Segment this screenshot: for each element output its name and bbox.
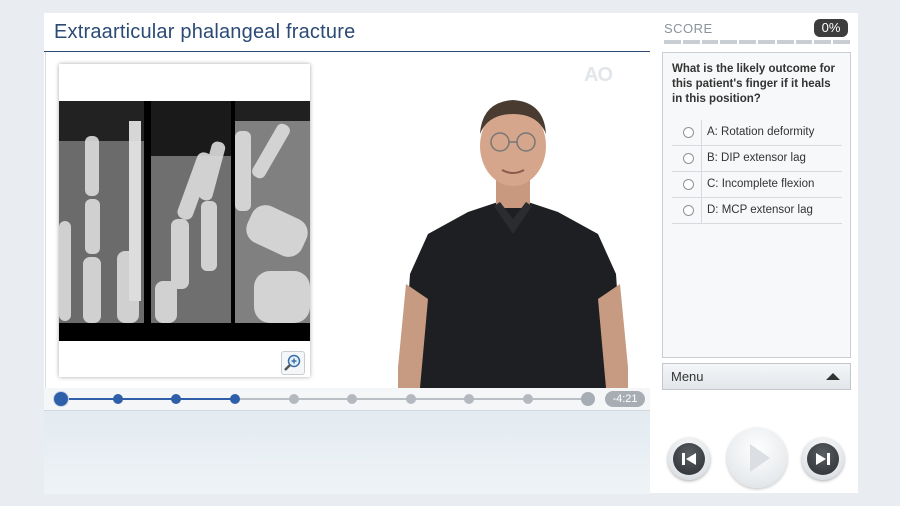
divider	[701, 120, 702, 145]
divider	[701, 172, 702, 197]
answer-option-d[interactable]: D: MCP extensor lag	[672, 198, 842, 224]
presenter-figure	[398, 100, 628, 388]
answer-option-b[interactable]: B: DIP extensor lag	[672, 146, 842, 172]
timeline-step[interactable]	[171, 394, 181, 404]
title-bar: Extraarticular phalangeal fracture	[44, 13, 650, 52]
timeline-step[interactable]	[347, 394, 357, 404]
video-area[interactable]: AO	[45, 52, 650, 388]
answer-option-c[interactable]: C: Incomplete flexion	[672, 172, 842, 198]
timeline[interactable]: -4:21	[44, 388, 650, 410]
timeline-step[interactable]	[54, 392, 68, 406]
answer-options: A: Rotation deformity B: DIP extensor la…	[672, 120, 842, 224]
timeline-step[interactable]	[523, 394, 533, 404]
chevron-up-icon	[826, 373, 840, 380]
answer-label: A: Rotation deformity	[707, 126, 815, 138]
timeline-step[interactable]	[406, 394, 416, 404]
timeline-step[interactable]	[289, 394, 299, 404]
answer-label: B: DIP extensor lag	[707, 152, 806, 164]
previous-button[interactable]	[668, 438, 710, 480]
timeline-step[interactable]	[464, 394, 474, 404]
answer-option-a[interactable]: A: Rotation deformity	[672, 120, 842, 146]
timeline-progress	[60, 398, 236, 400]
timeline-step[interactable]	[113, 394, 123, 404]
xray-image	[59, 101, 310, 341]
radio-button[interactable]	[683, 153, 694, 164]
skip-forward-icon	[807, 443, 839, 475]
score-badge: 0%	[814, 19, 848, 37]
zoom-in-icon	[284, 354, 301, 371]
divider	[701, 146, 702, 171]
question-panel: What is the likely outcome for this pati…	[662, 52, 851, 358]
menu-button[interactable]: Menu	[662, 363, 851, 390]
question-text: What is the likely outcome for this pati…	[672, 63, 835, 105]
answer-label: D: MCP extensor lag	[707, 204, 813, 216]
play-button[interactable]	[727, 428, 787, 488]
radio-button[interactable]	[683, 179, 694, 190]
time-remaining: -4:21	[605, 391, 645, 407]
radio-button[interactable]	[683, 205, 694, 216]
notes-area	[44, 410, 650, 494]
skip-back-icon	[673, 443, 705, 475]
timeline-step[interactable]	[230, 394, 240, 404]
xray-card	[59, 64, 310, 377]
radio-button[interactable]	[683, 127, 694, 138]
play-icon	[750, 444, 770, 472]
divider	[701, 198, 702, 223]
menu-label: Menu	[671, 369, 704, 384]
page-title: Extraarticular phalangeal fracture	[54, 21, 356, 43]
next-button[interactable]	[802, 438, 844, 480]
score-progress-track	[664, 40, 850, 44]
timeline-step[interactable]	[581, 392, 595, 406]
zoom-button[interactable]	[281, 351, 305, 375]
score-label: SCORE	[664, 21, 713, 36]
answer-label: C: Incomplete flexion	[707, 178, 815, 190]
